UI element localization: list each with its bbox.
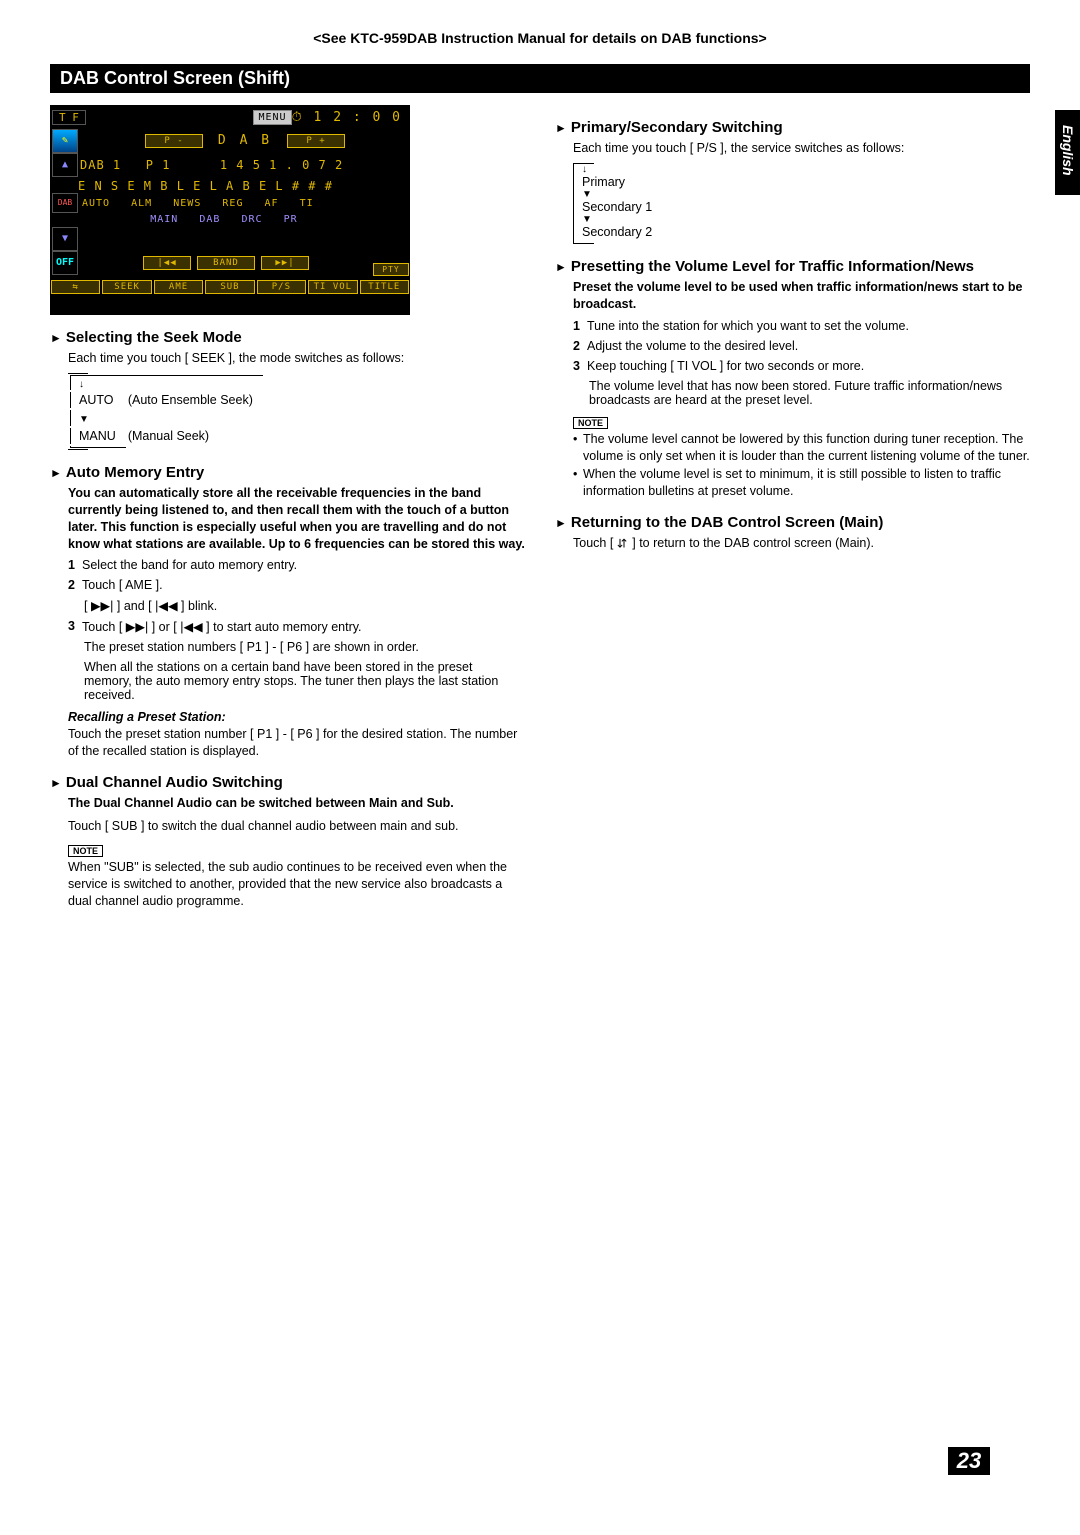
heading-dual-channel: Dual Channel Audio Switching [50, 774, 525, 791]
step-text: The volume level that has now been store… [589, 379, 1010, 407]
tivol-button[interactable]: TI VOL [308, 280, 357, 294]
cycle-item: Secondary 2 [573, 225, 1030, 239]
step-text: [ ▶▶| ] and [ |◀◀ ] blink. [84, 598, 505, 613]
clock: ⏱ 1 2 : 0 0 [292, 110, 410, 125]
step-text: Touch [ ▶▶| ] or [ |◀◀ ] to start auto m… [82, 619, 519, 634]
dual-channel-note: When "SUB" is selected, the sub audio co… [68, 859, 525, 910]
section-title: DAB Control Screen (Shift) [60, 68, 290, 89]
heading-return-main: Returning to the DAB Control Screen (Mai… [555, 514, 1030, 531]
section-title-bar: DAB Control Screen (Shift) [50, 64, 1030, 93]
note-label: NOTE [573, 417, 608, 429]
step-text: Adjust the volume to the desired level. [587, 339, 1024, 353]
language-tab: English [1055, 110, 1080, 195]
next-track-button[interactable]: ▶▶| [261, 256, 309, 270]
up-icon[interactable]: ▲ [52, 153, 78, 177]
swap-button[interactable]: ⇆ [51, 280, 100, 294]
step-text: Keep touching [ TI VOL ] for two seconds… [587, 359, 1024, 373]
off-icon[interactable]: OFF [52, 251, 78, 275]
step-text: When all the stations on a certain band … [84, 660, 505, 702]
preset-volume-intro: Preset the volume level to be used when … [573, 279, 1030, 313]
menu-button[interactable]: MENU [253, 110, 291, 125]
heading-auto-memory: Auto Memory Entry [50, 464, 525, 481]
ame-button[interactable]: AME [154, 280, 203, 294]
seek-manu: MANU [70, 428, 126, 444]
status-line-1: AUTO ALM NEWS REG AF TI [80, 198, 314, 209]
right-column: Primary/Secondary Switching Each time yo… [555, 105, 1030, 916]
heading-seek-mode: Selecting the Seek Mode [50, 329, 525, 346]
preset-plus-button[interactable]: P + [287, 134, 345, 148]
seek-manu-desc: (Manual Seek) [128, 428, 263, 444]
preset-volume-notes: The volume level cannot be lowered by th… [573, 431, 1030, 501]
tf-indicator: T F [52, 110, 86, 125]
seek-button[interactable]: SEEK [102, 280, 151, 294]
sub-button[interactable]: SUB [205, 280, 254, 294]
source-label: D A B [210, 133, 280, 149]
seek-cycle: ↓ AUTO(Auto Ensemble Seek) ▼ MANU(Manual… [68, 373, 525, 450]
band-button[interactable]: BAND [197, 256, 255, 270]
seek-auto: AUTO [70, 392, 126, 408]
info-line-1: DAB 1 P 1 1 4 5 1 . 0 7 2 [80, 158, 343, 172]
cycle-item: Secondary 1 [573, 200, 1030, 214]
dual-channel-intro: The Dual Channel Audio can be switched b… [68, 795, 525, 812]
auto-memory-intro: You can automatically store all the rece… [68, 485, 525, 553]
side-icon-1[interactable]: ✎ [52, 129, 78, 153]
auto-memory-steps: 1Select the band for auto memory entry. … [68, 558, 525, 702]
top-reference: <See KTC-959DAB Instruction Manual for d… [50, 30, 1030, 46]
step-text: Touch [ AME ]. [82, 578, 519, 592]
heading-preset-volume: Presetting the Volume Level for Traffic … [555, 258, 1030, 275]
note-item: The volume level cannot be lowered by th… [573, 431, 1030, 465]
dab-side-icon[interactable]: DAB [52, 193, 78, 213]
ps-button[interactable]: P/S [257, 280, 306, 294]
return-main-body: Touch [ ] to return to the DAB control s… [573, 535, 1030, 552]
recall-body: Touch the preset station number [ P1 ] -… [68, 726, 525, 760]
note-label: NOTE [68, 845, 103, 857]
text: Each time you touch [ SEEK ], the mode s… [68, 350, 525, 367]
pty-button[interactable]: PTY [373, 263, 409, 276]
info-line-2: E N S E M B L E L A B E L # # # [78, 179, 333, 193]
left-column: T F MENU ⏱ 1 2 : 0 0 ✎ P - D A B P + ▲ D… [50, 105, 525, 916]
swap-icon [617, 535, 629, 545]
step-text: Tune into the station for which you want… [587, 319, 1024, 333]
text: ] to return to the DAB control screen (M… [629, 536, 874, 550]
ps-cycle: ↓ Primary ▼ Secondary 1 ▼ Secondary 2 [573, 163, 1030, 244]
preset-volume-steps: 1Tune into the station for which you wan… [573, 319, 1030, 407]
down-icon[interactable]: ▼ [52, 227, 78, 251]
note-item: When the volume level is set to minimum,… [573, 466, 1030, 500]
text: Touch [ [573, 536, 617, 550]
preset-minus-button[interactable]: P - [145, 134, 203, 148]
prev-track-button[interactable]: |◀◀ [143, 256, 191, 270]
step-text: The preset station numbers [ P1 ] - [ P6… [84, 640, 505, 654]
recall-heading: Recalling a Preset Station: [68, 710, 525, 724]
page-number: 23 [948, 1447, 990, 1475]
dab-screen-mockup: T F MENU ⏱ 1 2 : 0 0 ✎ P - D A B P + ▲ D… [50, 105, 410, 315]
step-text: Select the band for auto memory entry. [82, 558, 519, 572]
dual-channel-body: Touch [ SUB ] to switch the dual channel… [68, 818, 525, 835]
text: Each time you touch [ P/S ], the service… [573, 140, 1030, 157]
heading-primary-secondary: Primary/Secondary Switching [555, 119, 1030, 136]
seek-auto-desc: (Auto Ensemble Seek) [128, 392, 263, 408]
status-line-2: MAIN DAB DRC PR [78, 214, 298, 225]
cycle-item: Primary [573, 175, 1030, 189]
title-button[interactable]: TITLE [360, 280, 409, 294]
